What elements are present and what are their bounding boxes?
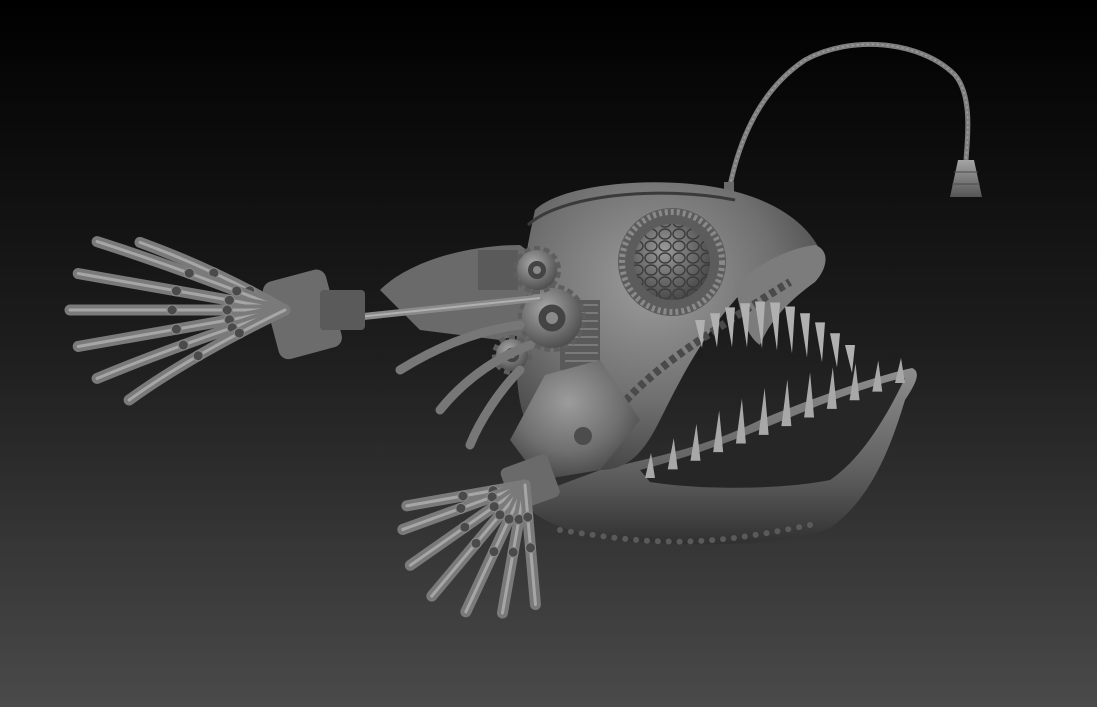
anglerfish-render — [64, 41, 982, 619]
tooth — [785, 306, 795, 354]
tooth — [872, 360, 883, 392]
bolt — [557, 527, 563, 533]
bolt — [763, 530, 770, 537]
bolt — [633, 536, 640, 543]
bolt — [698, 537, 705, 544]
bolt — [643, 537, 650, 544]
bolt — [676, 538, 683, 545]
bolt — [589, 531, 596, 538]
bolt — [752, 531, 759, 538]
lower-fin-fingers — [397, 479, 541, 619]
tooth — [740, 303, 750, 348]
tooth — [725, 307, 735, 348]
tooth — [690, 423, 701, 461]
tail-fin — [64, 236, 365, 406]
gear-icon — [512, 246, 562, 294]
bolt — [611, 534, 618, 541]
render-viewport — [0, 0, 1097, 707]
tooth — [800, 313, 810, 358]
tooth — [758, 388, 769, 435]
bolt — [796, 524, 803, 531]
bolt — [709, 537, 716, 544]
tooth — [845, 345, 855, 373]
bolt — [600, 533, 607, 540]
bolt — [720, 536, 727, 543]
bolt — [730, 534, 737, 541]
tooth — [826, 367, 837, 409]
bolt — [785, 526, 792, 533]
tooth — [804, 372, 815, 418]
lure-antenna — [724, 41, 982, 204]
tooth — [815, 322, 825, 363]
tooth — [830, 333, 840, 368]
bolt — [687, 538, 694, 545]
bolt — [622, 535, 629, 542]
tooth — [781, 379, 792, 427]
bolt — [654, 538, 661, 545]
bolt — [567, 528, 574, 535]
hex-bolt-icon — [574, 427, 592, 445]
eye — [618, 208, 726, 316]
lure-bulb — [950, 160, 982, 197]
bolt — [578, 530, 585, 537]
tooth — [713, 410, 724, 453]
tooth — [735, 398, 746, 444]
bolt — [774, 528, 781, 535]
upper-fin-fingers — [64, 236, 291, 406]
bolt — [665, 538, 672, 545]
bolt — [807, 522, 813, 528]
bolt — [741, 533, 748, 540]
tooth — [770, 302, 780, 351]
